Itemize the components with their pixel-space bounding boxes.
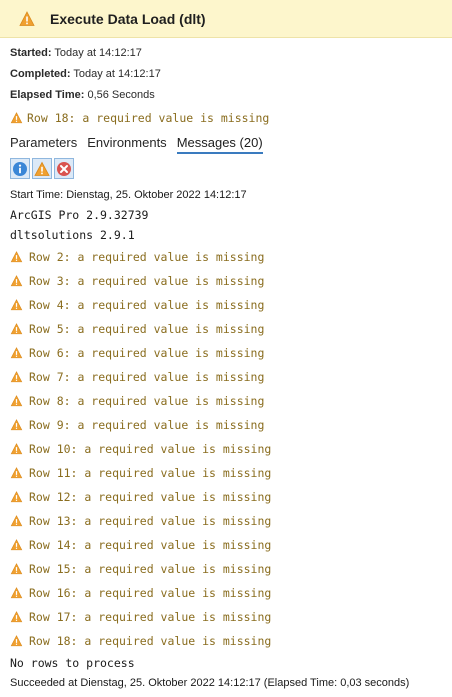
message-warning-text: Row 15: a required value is missing xyxy=(29,562,272,576)
warning-icon xyxy=(10,299,23,311)
message-warning-text: Row 8: a required value is missing xyxy=(29,394,265,408)
message-warning-text: Row 10: a required value is missing xyxy=(29,442,272,456)
summary-warning-text: Row 18: a required value is missing xyxy=(27,111,270,125)
tool-header: Execute Data Load (dlt) xyxy=(0,0,452,38)
warning-icon xyxy=(10,419,23,431)
message-warning-text: Row 17: a required value is missing xyxy=(29,610,272,624)
message-warning-row: Row 4: a required value is missing xyxy=(10,293,452,317)
message-warning-text: Row 6: a required value is missing xyxy=(29,346,265,360)
message-warning-row: Row 3: a required value is missing xyxy=(10,269,452,293)
elapsed-value: 0,56 Seconds xyxy=(87,89,155,101)
warning-icon xyxy=(10,443,23,455)
message-warning-text: Row 12: a required value is missing xyxy=(29,490,272,504)
info-icon xyxy=(13,161,27,176)
completed-label: Completed: xyxy=(10,68,71,80)
message-warning-row: Row 9: a required value is missing xyxy=(10,413,452,437)
message-warning-text: Row 4: a required value is missing xyxy=(29,298,265,312)
started-row: Started: Today at 14:12:17 xyxy=(10,47,142,59)
messages-list: Start Time: Dienstag, 25. Oktober 2022 1… xyxy=(10,184,452,693)
message-warning-row: Row 17: a required value is missing xyxy=(10,605,452,629)
error-icon xyxy=(57,161,71,176)
message-warning-row: Row 7: a required value is missing xyxy=(10,365,452,389)
elapsed-row: Elapsed Time: 0,56 Seconds xyxy=(10,89,155,101)
completed-row: Completed: Today at 14:12:17 xyxy=(10,68,161,80)
warning-icon xyxy=(10,395,23,407)
warning-icon xyxy=(34,161,50,176)
message-warning-row: Row 8: a required value is missing xyxy=(10,389,452,413)
info-filter-button[interactable] xyxy=(10,158,30,179)
message-dlt-version: dltsolutions 2.9.1 xyxy=(10,227,135,242)
warning-icon xyxy=(10,611,23,623)
tab-messages[interactable]: Messages (20) xyxy=(176,135,263,154)
tab-environments[interactable]: Environments xyxy=(87,135,166,154)
started-value: Today at 14:12:17 xyxy=(54,47,142,59)
warning-icon xyxy=(10,587,23,599)
tab-bar: Parameters Environments Messages (20) xyxy=(10,135,263,154)
message-warning-row: Row 10: a required value is missing xyxy=(10,437,452,461)
warning-icon xyxy=(10,275,23,287)
warning-icon xyxy=(10,467,23,479)
elapsed-label: Elapsed Time: xyxy=(10,89,85,101)
message-warning-text: Row 7: a required value is missing xyxy=(29,370,265,384)
warning-icon xyxy=(10,347,23,359)
message-warning-row: Row 12: a required value is missing xyxy=(10,485,452,509)
warning-filter-button[interactable] xyxy=(32,158,52,179)
message-warning-row: Row 13: a required value is missing xyxy=(10,509,452,533)
message-warning-row: Row 16: a required value is missing xyxy=(10,581,452,605)
message-warning-text: Row 13: a required value is missing xyxy=(29,514,272,528)
message-warning-row: Row 5: a required value is missing xyxy=(10,317,452,341)
message-no-rows: No rows to process xyxy=(10,656,135,670)
message-warning-text: Row 2: a required value is missing xyxy=(29,250,265,264)
warning-icon xyxy=(10,635,23,647)
message-succeeded: Succeeded at Dienstag, 25. Oktober 2022 … xyxy=(10,677,410,689)
message-warning-row: Row 14: a required value is missing xyxy=(10,533,452,557)
warning-icon xyxy=(10,251,23,263)
message-start-time: Start Time: Dienstag, 25. Oktober 2022 1… xyxy=(10,189,247,201)
message-warning-row: Row 15: a required value is missing xyxy=(10,557,452,581)
warning-icon xyxy=(10,323,23,335)
started-label: Started: xyxy=(10,47,52,59)
message-warning-text: Row 11: a required value is missing xyxy=(29,466,272,480)
warning-icon xyxy=(10,563,23,575)
message-warning-text: Row 3: a required value is missing xyxy=(29,274,265,288)
message-warning-text: Row 16: a required value is missing xyxy=(29,586,272,600)
message-arcgis-version: ArcGIS Pro 2.9.32739 xyxy=(10,208,149,222)
message-filters xyxy=(10,158,74,179)
warning-icon xyxy=(10,371,23,383)
message-warning-text: Row 5: a required value is missing xyxy=(29,322,265,336)
summary-warning: Row 18: a required value is missing xyxy=(10,109,269,127)
message-warning-text: Row 18: a required value is missing xyxy=(29,634,272,648)
message-warning-row: Row 6: a required value is missing xyxy=(10,341,452,365)
warning-icon xyxy=(19,10,35,26)
warning-icon xyxy=(10,491,23,503)
warning-icon xyxy=(10,515,23,527)
message-warning-text: Row 14: a required value is missing xyxy=(29,538,272,552)
completed-value: Today at 14:12:17 xyxy=(73,68,161,80)
message-warning-row: Row 11: a required value is missing xyxy=(10,461,452,485)
message-warning-row: Row 2: a required value is missing xyxy=(10,245,452,269)
warning-icon xyxy=(10,539,23,551)
message-warning-text: Row 9: a required value is missing xyxy=(29,418,265,432)
warning-icon xyxy=(10,112,23,124)
tool-title: Execute Data Load (dlt) xyxy=(50,10,206,27)
message-warning-row: Row 18: a required value is missing xyxy=(10,629,452,653)
error-filter-button[interactable] xyxy=(54,158,74,179)
tab-parameters[interactable]: Parameters xyxy=(10,135,77,154)
